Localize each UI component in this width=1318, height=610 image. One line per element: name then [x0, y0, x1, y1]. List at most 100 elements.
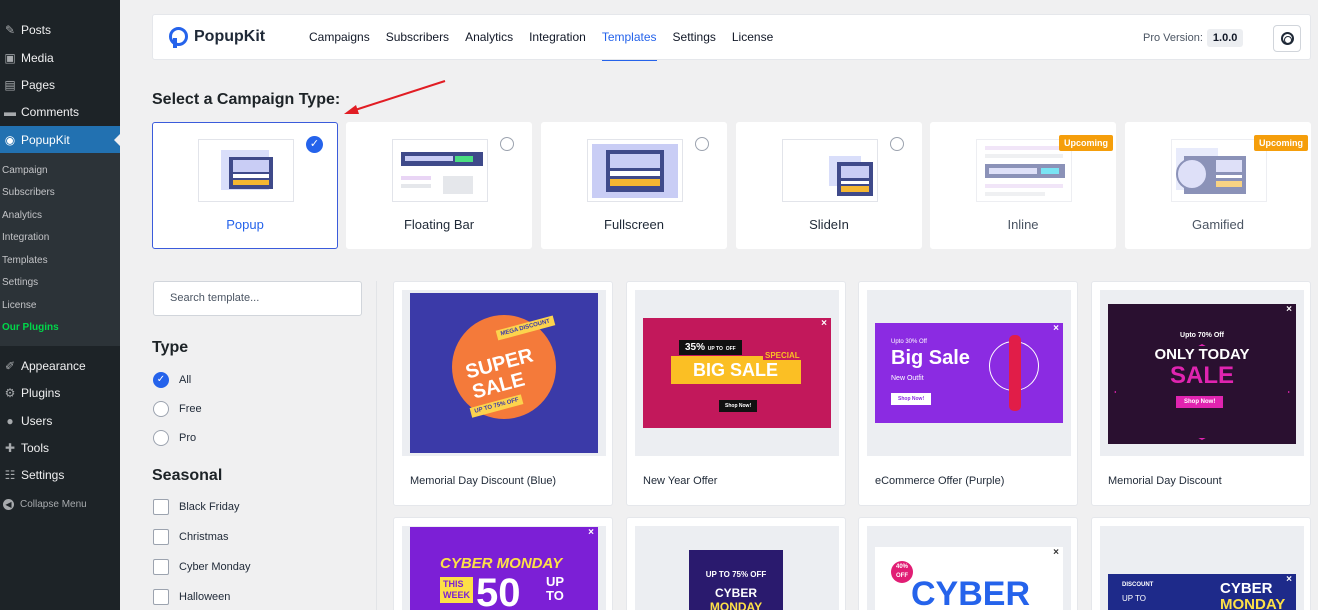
menu-item-settings[interactable]: ☷ Settings	[0, 461, 120, 488]
template-card[interactable]: × Upto 30% Off Big Sale New Outfit Shop …	[858, 281, 1078, 506]
banner-subtext: New Outfit	[891, 375, 924, 382]
menu-item-popupkit[interactable]: ◉ PopupKit	[0, 126, 120, 153]
close-icon: ×	[1286, 304, 1292, 315]
collapse-menu-button[interactable]: ◀ Collapse Menu	[0, 495, 120, 513]
submenu-settings[interactable]: Settings	[2, 277, 38, 288]
divider	[376, 281, 377, 610]
menu-label: Pages	[21, 77, 56, 92]
menu-label: PopupKit	[21, 132, 70, 147]
template-name: New Year Offer	[643, 475, 718, 487]
submenu-subscribers[interactable]: Subscribers	[2, 187, 55, 198]
tab-analytics[interactable]: Analytics	[465, 15, 513, 61]
radio-checked-icon: ✓	[153, 372, 169, 388]
banner-text: CYBER	[911, 575, 1031, 610]
banner-subtext: UP TO	[1122, 594, 1147, 603]
template-card[interactable]: MEGA DISCOUNT SUPER SALE UP TO 75% OFF M…	[393, 281, 613, 506]
submenu-templates[interactable]: Templates	[2, 255, 48, 266]
radio-fullscreen[interactable]	[695, 137, 709, 151]
filter-halloween[interactable]: Halloween	[153, 589, 230, 605]
tab-settings[interactable]: Settings	[673, 15, 716, 61]
upto: UP TO	[707, 346, 723, 352]
appearance-icon: ✐	[4, 358, 16, 373]
banner-small: Upto 70% Off	[1180, 332, 1224, 339]
campaign-type-floating-bar[interactable]: Floating Bar	[346, 122, 532, 249]
campaign-type-label: Gamified	[1191, 217, 1245, 232]
campaign-type-inline: Upcoming Inline	[930, 122, 1116, 249]
template-card[interactable]: × CYBER MONDAY THIS WEEK 50 UP TO	[393, 517, 613, 610]
pro-version-label: Pro Version:	[1143, 32, 1203, 44]
template-preview: × 40% OFF CYBER	[867, 526, 1071, 610]
banner-text: BIG SALE	[693, 360, 779, 380]
option-label: Cyber Monday	[179, 561, 251, 573]
option-label: Christmas	[179, 531, 229, 543]
submenu-license[interactable]: License	[2, 300, 36, 311]
template-card[interactable]: × 40% OFF CYBER	[858, 517, 1078, 610]
menu-label: Tools	[21, 440, 50, 455]
filter-type-pro[interactable]: Pro	[153, 430, 196, 446]
menu-item-pages[interactable]: ▤ Pages	[0, 71, 120, 98]
template-preview: × Upto 30% Off Big Sale New Outfit Shop …	[867, 290, 1071, 456]
menu-label: Comments	[21, 104, 80, 119]
logo-text: PopupKit	[194, 27, 266, 45]
radio-slidein[interactable]	[890, 137, 904, 151]
filter-christmas[interactable]: Christmas	[153, 529, 229, 545]
checkbox-icon	[153, 589, 169, 605]
submenu-integration[interactable]: Integration	[2, 232, 49, 243]
upcoming-badge: Upcoming	[1059, 135, 1113, 151]
campaign-type-slidein[interactable]: SlideIn	[736, 122, 922, 249]
filter-cyber-monday[interactable]: Cyber Monday	[153, 559, 251, 575]
option-label: All	[179, 374, 192, 386]
filter-type-all[interactable]: ✓ All	[153, 372, 191, 388]
campaign-type-label: SlideIn	[809, 217, 849, 232]
floating-bar-thumbnail	[392, 139, 488, 202]
template-name: eCommerce Offer (Purple)	[875, 475, 1005, 487]
submenu-campaign[interactable]: Campaign	[2, 165, 48, 176]
support-button[interactable]	[1273, 25, 1301, 52]
pct: 35%	[685, 342, 706, 353]
tab-campaigns[interactable]: Campaigns	[309, 15, 370, 61]
campaign-type-popup[interactable]: ✓ Popup	[152, 122, 338, 249]
pages-icon: ▤	[4, 77, 16, 92]
campaign-type-label: Popup	[226, 217, 264, 232]
campaign-type-fullscreen[interactable]: Fullscreen	[541, 122, 727, 249]
tab-integration[interactable]: Integration	[529, 15, 586, 61]
menu-item-posts[interactable]: ✎ Posts	[0, 16, 120, 43]
menu-item-appearance[interactable]: ✐ Appearance	[0, 352, 120, 379]
banner-text: MONDAY	[709, 600, 763, 610]
template-card[interactable]: UP TO 75% OFF CYBER MONDAY	[626, 517, 846, 610]
template-preview: × DISCOUNT UP TO CYBER MONDAY	[1100, 526, 1304, 610]
gamified-thumbnail	[1171, 139, 1267, 202]
tab-license[interactable]: License	[732, 15, 773, 61]
menu-item-media[interactable]: ▣ Media	[0, 44, 120, 71]
tab-templates[interactable]: Templates	[601, 15, 657, 61]
menu-label: Media	[21, 50, 54, 65]
pro-version-number: 1.0.0	[1206, 29, 1244, 47]
template-card[interactable]: × DISCOUNT UP TO CYBER MONDAY	[1091, 517, 1311, 610]
radio-floating-bar[interactable]	[500, 137, 514, 151]
banner-button: Shop Now!	[719, 400, 758, 412]
radio-icon	[153, 401, 169, 417]
pro-version: Pro Version: 1.0.0	[1143, 29, 1244, 47]
campaign-type-label: Inline	[1007, 217, 1039, 232]
search-template-input[interactable]: Search template...	[153, 281, 362, 316]
close-icon: ×	[1286, 574, 1292, 585]
template-card[interactable]: × 35% UP TO OFF SPECIAL BIG SALE Shop No…	[626, 281, 846, 506]
popupkit-logo[interactable]: PopupKit	[169, 27, 266, 48]
campaign-type-heading: Select a Campaign Type:	[152, 91, 341, 108]
submenu-analytics[interactable]: Analytics	[2, 210, 42, 221]
banner-pct: 35% UP TO OFF	[679, 340, 742, 355]
menu-item-users[interactable]: ● Users	[0, 407, 120, 434]
template-preview: UP TO 75% OFF CYBER MONDAY	[635, 526, 839, 610]
banner: × 40% OFF CYBER	[875, 547, 1063, 610]
comments-icon: ▬	[4, 104, 16, 119]
settings-icon: ☷	[4, 467, 16, 482]
menu-item-comments[interactable]: ▬ Comments	[0, 98, 120, 125]
filter-type-free[interactable]: Free	[153, 401, 202, 417]
this-week: THIS WEEK	[440, 577, 473, 603]
menu-item-tools[interactable]: ✚ Tools	[0, 434, 120, 461]
menu-item-plugins[interactable]: ⚙ Plugins	[0, 379, 120, 406]
template-card[interactable]: × Upto 70% Off ONLY TODAY SALE Shop Now!…	[1091, 281, 1311, 506]
submenu-our-plugins[interactable]: Our Plugins	[2, 322, 59, 333]
tab-subscribers[interactable]: Subscribers	[386, 15, 449, 61]
filter-black-friday[interactable]: Black Friday	[153, 499, 240, 515]
